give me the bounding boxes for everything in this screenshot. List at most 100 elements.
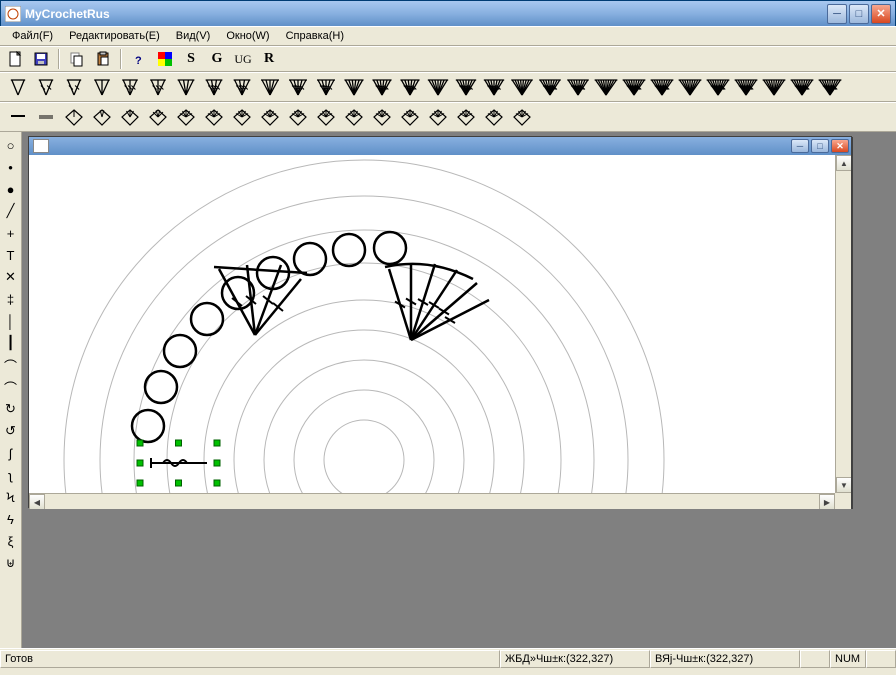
stitch-shell-8[interactable]: [228, 105, 256, 129]
stitch-shell-18[interactable]: [508, 105, 536, 129]
stitch-shell-0[interactable]: [4, 105, 32, 129]
side-tool-6[interactable]: ✕: [1, 266, 21, 288]
side-tool-12[interactable]: ↻: [1, 398, 21, 420]
letter-ug-button[interactable]: UG: [232, 48, 254, 70]
close-button[interactable]: ✕: [871, 4, 891, 24]
stitch-shell-7[interactable]: [200, 105, 228, 129]
stitch-shell-1[interactable]: [32, 105, 60, 129]
stitch-shell-3[interactable]: [88, 105, 116, 129]
vertical-scrollbar[interactable]: ▲ ▼: [835, 155, 851, 493]
stitch-v-16[interactable]: [452, 75, 480, 99]
side-tool-11[interactable]: ⌒: [1, 376, 21, 398]
side-tool-13[interactable]: ↺: [1, 420, 21, 442]
doc-minimize-button[interactable]: ─: [791, 139, 809, 153]
stitch-v-17[interactable]: [480, 75, 508, 99]
stitch-v-0[interactable]: [4, 75, 32, 99]
side-tool-0[interactable]: ○: [1, 134, 21, 156]
stitch-v-6[interactable]: [172, 75, 200, 99]
stitch-v-21[interactable]: [592, 75, 620, 99]
stitch-v-14[interactable]: [396, 75, 424, 99]
stitch-shell-13[interactable]: [368, 105, 396, 129]
stitch-v-25[interactable]: [704, 75, 732, 99]
letter-r-button[interactable]: R: [258, 48, 280, 70]
stitch-v-1[interactable]: [32, 75, 60, 99]
stitch-shell-9[interactable]: [256, 105, 284, 129]
side-tool-15[interactable]: ʅ: [1, 464, 21, 486]
stitch-v-8[interactable]: [228, 75, 256, 99]
side-tool-19[interactable]: ⊎: [1, 552, 21, 574]
stitch-v-15[interactable]: [424, 75, 452, 99]
side-tool-5[interactable]: T: [1, 244, 21, 266]
stitch-shell-15[interactable]: [424, 105, 452, 129]
letter-g-button[interactable]: G: [206, 48, 228, 70]
side-tool-8[interactable]: │: [1, 310, 21, 332]
scroll-up-icon[interactable]: ▲: [836, 155, 851, 171]
side-tool-7[interactable]: ‡: [1, 288, 21, 310]
color-palette-icon[interactable]: [154, 48, 176, 70]
stitch-shell-6[interactable]: [172, 105, 200, 129]
letter-s-button[interactable]: S: [180, 48, 202, 70]
scroll-down-icon[interactable]: ▼: [836, 477, 851, 493]
stitch-shell-2[interactable]: [60, 105, 88, 129]
stitch-shell-12[interactable]: [340, 105, 368, 129]
side-tool-9[interactable]: ┃: [1, 332, 21, 354]
scroll-right-icon[interactable]: ▶: [819, 494, 835, 509]
stitch-v-5[interactable]: [144, 75, 172, 99]
stitch-v-2[interactable]: [60, 75, 88, 99]
stitch-v-27[interactable]: [760, 75, 788, 99]
stitch-shell-14[interactable]: [396, 105, 424, 129]
doc-maximize-button[interactable]: □: [811, 139, 829, 153]
paste-icon[interactable]: [92, 48, 114, 70]
side-tool-2[interactable]: ●: [1, 178, 21, 200]
stitch-v-23[interactable]: [648, 75, 676, 99]
stitch-shell-11[interactable]: [312, 105, 340, 129]
doc-close-button[interactable]: ✕: [831, 139, 849, 153]
stitch-v-22[interactable]: [620, 75, 648, 99]
stitch-v-10[interactable]: [284, 75, 312, 99]
menu-view[interactable]: Вид(V): [168, 28, 219, 44]
document-titlebar[interactable]: ─ □ ✕: [29, 137, 851, 155]
menu-window[interactable]: Окно(W): [218, 28, 277, 44]
stitch-v-24[interactable]: [676, 75, 704, 99]
menu-edit[interactable]: Редактировать(E): [61, 28, 168, 44]
stitch-v-28[interactable]: [788, 75, 816, 99]
horizontal-scrollbar[interactable]: ◀ ▶: [29, 493, 835, 509]
canvas[interactable]: ▲ ▼ ◀ ▶: [29, 155, 851, 509]
stitch-v-3[interactable]: [88, 75, 116, 99]
save-icon[interactable]: [30, 48, 52, 70]
stitch-v-18[interactable]: [508, 75, 536, 99]
stitch-v-9[interactable]: [256, 75, 284, 99]
stitch-v-12[interactable]: [340, 75, 368, 99]
stitch-shell-10[interactable]: [284, 105, 312, 129]
status-scrl: [866, 650, 896, 668]
stitch-v-19[interactable]: [536, 75, 564, 99]
help-icon[interactable]: ?: [128, 48, 150, 70]
side-tool-3[interactable]: ╱: [1, 200, 21, 222]
stitch-shell-17[interactable]: [480, 105, 508, 129]
stitch-v-7[interactable]: [200, 75, 228, 99]
new-file-icon[interactable]: [4, 48, 26, 70]
stitch-v-11[interactable]: [312, 75, 340, 99]
stitch-shell-16[interactable]: [452, 105, 480, 129]
stitch-v-26[interactable]: [732, 75, 760, 99]
stitch-v-13[interactable]: [368, 75, 396, 99]
stitch-v-29[interactable]: [816, 75, 844, 99]
side-tool-1[interactable]: •: [1, 156, 21, 178]
minimize-button[interactable]: ─: [827, 4, 847, 24]
side-tool-17[interactable]: ϟ: [1, 508, 21, 530]
document-window: ─ □ ✕ ▲ ▼ ◀ ▶: [28, 136, 852, 508]
side-tool-14[interactable]: ʃ: [1, 442, 21, 464]
stitch-v-20[interactable]: [564, 75, 592, 99]
scroll-left-icon[interactable]: ◀: [29, 494, 45, 509]
side-tool-18[interactable]: ξ: [1, 530, 21, 552]
side-tool-16[interactable]: Ϟ: [1, 486, 21, 508]
copy-icon[interactable]: [66, 48, 88, 70]
stitch-shell-4[interactable]: [116, 105, 144, 129]
menu-file[interactable]: Файл(F): [4, 28, 61, 44]
stitch-shell-5[interactable]: [144, 105, 172, 129]
menu-help[interactable]: Справка(H): [278, 28, 352, 44]
stitch-v-4[interactable]: [116, 75, 144, 99]
side-tool-4[interactable]: +: [1, 222, 21, 244]
maximize-button[interactable]: □: [849, 4, 869, 24]
side-tool-10[interactable]: ⌒: [1, 354, 21, 376]
